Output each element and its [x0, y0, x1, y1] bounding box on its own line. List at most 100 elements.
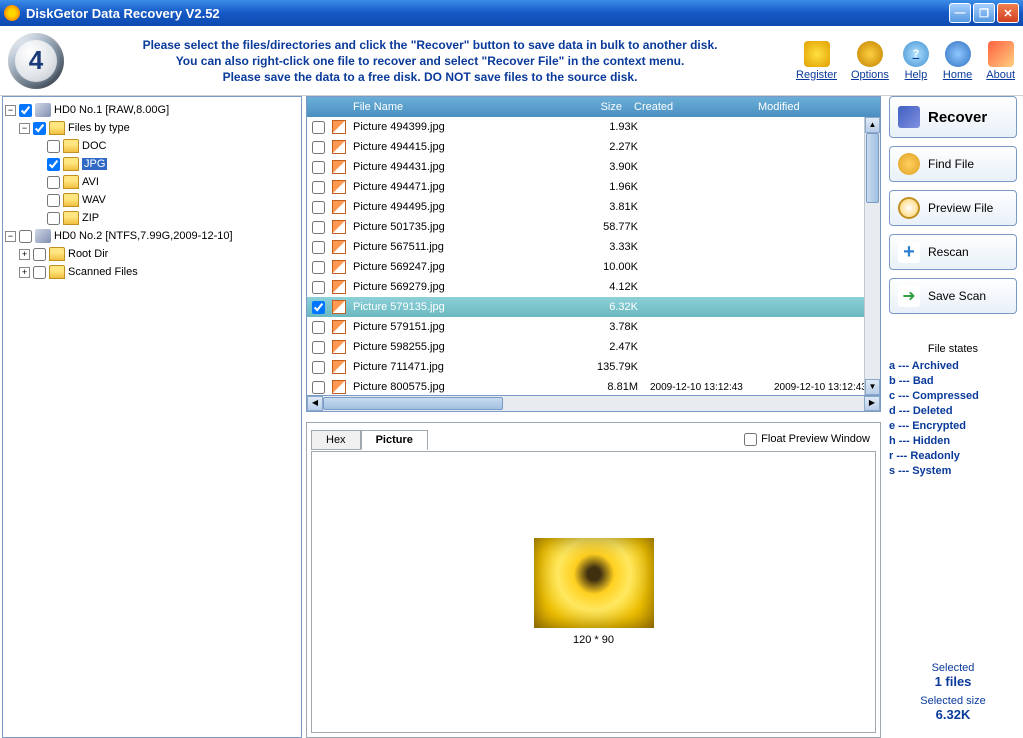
minimize-button[interactable]: — [949, 3, 971, 23]
scroll-thumb[interactable] [866, 133, 879, 203]
file-row[interactable]: Picture 579135.jpg6.32K [307, 297, 880, 317]
file-row[interactable]: Picture 501735.jpg58.77K [307, 217, 880, 237]
folder-icon [49, 247, 65, 261]
tree-label[interactable]: HD0 No.2 [NTFS,7.99G,2009-12-10] [54, 230, 233, 242]
file-created: 2009-12-10 13:12:43 [646, 382, 770, 393]
rescan-button[interactable]: +Rescan [889, 234, 1017, 270]
column-created[interactable]: Created [630, 101, 754, 113]
file-checkbox[interactable] [312, 381, 325, 394]
vertical-scrollbar[interactable]: ▲ ▼ [864, 117, 880, 395]
tree-checkbox[interactable] [19, 230, 32, 243]
file-row[interactable]: Picture 569279.jpg4.12K [307, 277, 880, 297]
file-size: 3.90K [576, 161, 646, 173]
column-size[interactable]: Size [560, 101, 630, 113]
file-checkbox[interactable] [312, 321, 325, 334]
directory-tree[interactable]: − HD0 No.1 [RAW,8.00G] − Files by type DOC… [2, 96, 302, 738]
tree-checkbox[interactable] [47, 140, 60, 153]
close-button[interactable]: ✕ [997, 3, 1019, 23]
scroll-right-icon[interactable]: ▶ [864, 396, 880, 411]
file-checkbox[interactable] [312, 121, 325, 134]
tree-collapse-icon[interactable]: − [5, 231, 16, 242]
file-row[interactable]: Picture 494431.jpg3.90K [307, 157, 880, 177]
column-name[interactable]: File Name [349, 101, 560, 113]
preview-file-button[interactable]: Preview File [889, 190, 1017, 226]
scroll-up-icon[interactable]: ▲ [865, 117, 880, 133]
folder-icon [49, 121, 65, 135]
tree-checkbox[interactable] [47, 176, 60, 189]
tree-checkbox[interactable] [19, 104, 32, 117]
file-checkbox[interactable] [312, 281, 325, 294]
file-row[interactable]: Picture 579151.jpg3.78K [307, 317, 880, 337]
tree-label[interactable]: Scanned Files [68, 266, 138, 278]
register-link[interactable]: Register [796, 41, 837, 81]
file-checkbox[interactable] [312, 361, 325, 374]
float-preview-checkbox[interactable]: Float Preview Window [744, 433, 876, 446]
tree-checkbox[interactable] [33, 122, 46, 135]
cart-icon [804, 41, 830, 67]
tree-label[interactable]: Files by type [68, 122, 130, 134]
scroll-down-icon[interactable]: ▼ [865, 379, 880, 395]
file-row[interactable]: Picture 494495.jpg3.81K [307, 197, 880, 217]
house-icon [988, 41, 1014, 67]
tree-label[interactable]: HD0 No.1 [RAW,8.00G] [54, 104, 169, 116]
tree-label-selected[interactable]: JPG [82, 158, 107, 170]
find-file-button[interactable]: Find File [889, 146, 1017, 182]
image-file-icon [332, 220, 346, 234]
tree-label[interactable]: AVI [82, 176, 99, 188]
tab-hex[interactable]: Hex [311, 430, 361, 450]
tree-label[interactable]: Root Dir [68, 248, 108, 260]
options-link[interactable]: Options [851, 41, 889, 81]
file-checkbox[interactable] [312, 341, 325, 354]
tree-collapse-icon[interactable]: − [19, 123, 30, 134]
about-link[interactable]: About [986, 41, 1015, 81]
tree-checkbox[interactable] [47, 194, 60, 207]
file-checkbox[interactable] [312, 221, 325, 234]
save-scan-button[interactable]: ➜Save Scan [889, 278, 1017, 314]
tab-picture[interactable]: Picture [361, 430, 428, 450]
scroll-thumb[interactable] [323, 397, 503, 410]
file-row[interactable]: Picture 598255.jpg2.47K [307, 337, 880, 357]
file-checkbox[interactable] [312, 301, 325, 314]
file-size: 6.32K [576, 301, 646, 313]
tree-label[interactable]: WAV [82, 194, 106, 206]
float-preview-input[interactable] [744, 433, 757, 446]
file-row[interactable]: Picture 569247.jpg10.00K [307, 257, 880, 277]
file-size: 8.81M [576, 381, 646, 393]
tree-expand-icon[interactable]: + [19, 249, 30, 260]
tree-checkbox[interactable] [47, 158, 60, 171]
file-row[interactable]: Picture 494471.jpg1.96K [307, 177, 880, 197]
file-row[interactable]: Picture 567511.jpg3.33K [307, 237, 880, 257]
tree-collapse-icon[interactable]: − [5, 105, 16, 116]
file-checkbox[interactable] [312, 161, 325, 174]
help-link[interactable]: ?Help [903, 41, 929, 81]
file-size: 4.12K [576, 281, 646, 293]
tree-checkbox[interactable] [33, 248, 46, 261]
tree-checkbox[interactable] [47, 212, 60, 225]
file-checkbox[interactable] [312, 261, 325, 274]
file-list-header: File Name Size Created Modified [307, 97, 880, 117]
image-file-icon [332, 380, 346, 394]
save-icon [898, 106, 920, 128]
file-row[interactable]: Picture 494399.jpg1.93K [307, 117, 880, 137]
file-row[interactable]: Picture 494415.jpg2.27K [307, 137, 880, 157]
tree-expand-icon[interactable]: + [19, 267, 30, 278]
tree-checkbox[interactable] [33, 266, 46, 279]
file-name: Picture 501735.jpg [349, 221, 576, 233]
maximize-button[interactable]: ❐ [973, 3, 995, 23]
instructions: Please select the files/directories and … [64, 37, 796, 85]
tree-label[interactable]: ZIP [82, 212, 99, 224]
file-checkbox[interactable] [312, 201, 325, 214]
file-row[interactable]: Picture 711471.jpg135.79K [307, 357, 880, 377]
column-modified[interactable]: Modified [754, 101, 864, 113]
file-checkbox[interactable] [312, 181, 325, 194]
file-checkbox[interactable] [312, 141, 325, 154]
horizontal-scrollbar[interactable]: ◀ ▶ [306, 396, 881, 412]
recover-button[interactable]: Recover [889, 96, 1017, 138]
file-row[interactable]: Picture 800575.jpg8.81M2009-12-10 13:12:… [307, 377, 880, 395]
file-checkbox[interactable] [312, 241, 325, 254]
tree-label[interactable]: DOC [82, 140, 106, 152]
home-link[interactable]: Home [943, 41, 972, 81]
scroll-left-icon[interactable]: ◀ [307, 396, 323, 411]
file-name: Picture 569247.jpg [349, 261, 576, 273]
gear-icon [857, 41, 883, 67]
